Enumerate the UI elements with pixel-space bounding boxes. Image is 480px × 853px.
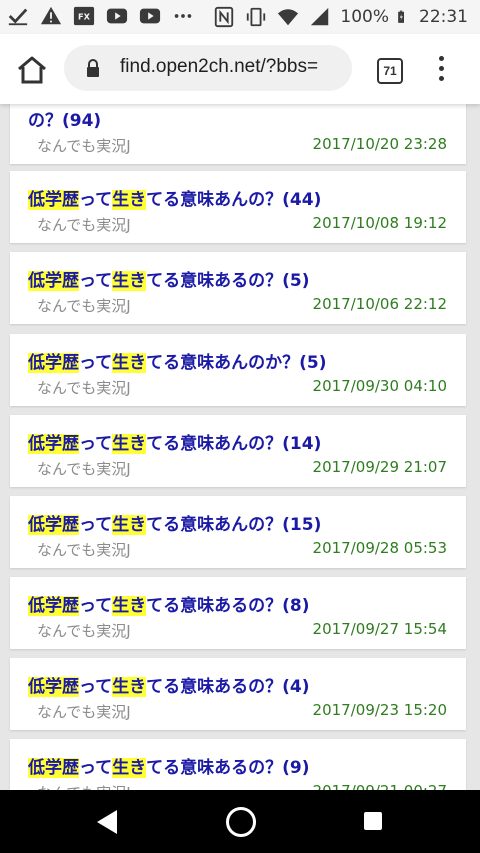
thread-title[interactable]: 低学歴って生きてる意味あんのか？(5) [28, 348, 327, 373]
thread-date: 2017/09/27 15:54 [312, 620, 447, 638]
system-navigation-bar [0, 790, 480, 853]
signal-icon [311, 7, 329, 26]
status-bar: FX 100% 22:31 [0, 0, 480, 34]
thread-card[interactable]: 低学歴って生きてる意味あるの？(8) なんでも実況J 2017/09/27 15… [10, 577, 466, 649]
svg-text:FX: FX [78, 12, 91, 22]
board-name: なんでも実況J [37, 216, 131, 234]
recent-apps-icon[interactable] [364, 812, 382, 830]
back-icon[interactable] [95, 809, 119, 835]
nfc-icon [215, 6, 234, 28]
thread-date: 2017/09/21 00:27 [313, 782, 447, 790]
tab-switcher-button[interactable]: 71 [377, 58, 403, 84]
board-name: なんでも実況J [37, 460, 131, 478]
thread-card[interactable]: 低学歴って生きてる意味あるの？(5) なんでも実況J 2017/10/06 22… [10, 252, 466, 324]
thread-date: 2017/10/06 22:12 [312, 295, 447, 313]
thread-date: 2017/10/20 23:28 [312, 135, 447, 153]
vibrate-icon [247, 7, 266, 27]
browser-toolbar: find.open2ch.net/?bbs= 71 [0, 34, 480, 104]
battery-percent: 100% [340, 7, 389, 27]
address-bar[interactable]: find.open2ch.net/?bbs= [64, 45, 352, 91]
board-name: なんでも実況J [37, 379, 131, 397]
board-name: なんでも実況J [37, 622, 131, 640]
search-results-list: の？(94) なんでも実況J 2017/10/20 23:28 低学歴って生きて… [0, 104, 480, 790]
more-icon [174, 14, 192, 18]
home-button-icon[interactable] [226, 807, 256, 837]
thread-title[interactable]: 低学歴って生きてる意味あるの？(5) [28, 266, 310, 291]
warning-icon [40, 6, 62, 25]
more-menu-icon[interactable] [438, 56, 446, 84]
thread-card[interactable]: 低学歴って生きてる意味あんの？(14) なんでも実況J 2017/09/29 2… [10, 415, 466, 487]
thread-card[interactable]: 低学歴って生きてる意味あるの？(4) なんでも実況J 2017/09/23 15… [10, 658, 466, 730]
thread-title[interactable]: 低学歴って生きてる意味あるの？(4) [28, 672, 310, 697]
check-icon [8, 8, 28, 26]
fx-app-icon: FX [73, 6, 95, 26]
thread-card[interactable]: 低学歴って生きてる意味あんの？(44) なんでも実況J 2017/10/08 1… [10, 171, 466, 243]
thread-title[interactable]: 低学歴って生きてる意味あんの？(14) [28, 429, 321, 454]
thread-card[interactable]: 低学歴って生きてる意味あんの？(15) なんでも実況J 2017/09/28 0… [10, 496, 466, 568]
wifi-icon [278, 9, 299, 26]
thread-date: 2017/09/28 05:53 [312, 539, 447, 557]
thread-date: 2017/10/08 19:12 [312, 214, 447, 232]
youtube-icon [106, 8, 128, 24]
board-name: なんでも実況J [37, 703, 131, 721]
lock-icon [87, 59, 99, 77]
clock: 22:31 [419, 7, 468, 27]
thread-card[interactable]: の？(94) なんでも実況J 2017/10/20 23:28 [10, 104, 466, 164]
thread-title[interactable]: 低学歴って生きてる意味あんの？(44) [28, 185, 321, 210]
url-text[interactable]: find.open2ch.net/?bbs= [120, 56, 350, 78]
thread-title[interactable]: 低学歴って生きてる意味あんの？(15) [28, 510, 321, 535]
thread-card[interactable]: 低学歴って生きてる意味あるの？(9) なんでも実況J 2017/09/21 00… [10, 739, 466, 790]
board-name: なんでも実況J [37, 137, 131, 155]
thread-date: 2017/09/30 04:10 [312, 377, 447, 395]
home-icon[interactable] [16, 55, 48, 85]
thread-title[interactable]: 低学歴って生きてる意味あるの？(8) [28, 591, 310, 616]
board-name: なんでも実況J [37, 541, 131, 559]
thread-title[interactable]: 低学歴って生きてる意味あるの？(9) [28, 753, 310, 778]
thread-title[interactable]: の？(94) [28, 106, 101, 131]
thread-date: 2017/09/23 15:20 [312, 701, 447, 719]
thread-card[interactable]: 低学歴って生きてる意味あんのか？(5) なんでも実況J 2017/09/30 0… [10, 334, 466, 406]
board-name: なんでも実況J [37, 297, 131, 315]
battery-icon [398, 10, 404, 23]
thread-date: 2017/09/29 21:07 [312, 458, 447, 476]
youtube-icon [139, 8, 161, 24]
board-name: なんでも実況J [37, 782, 131, 790]
